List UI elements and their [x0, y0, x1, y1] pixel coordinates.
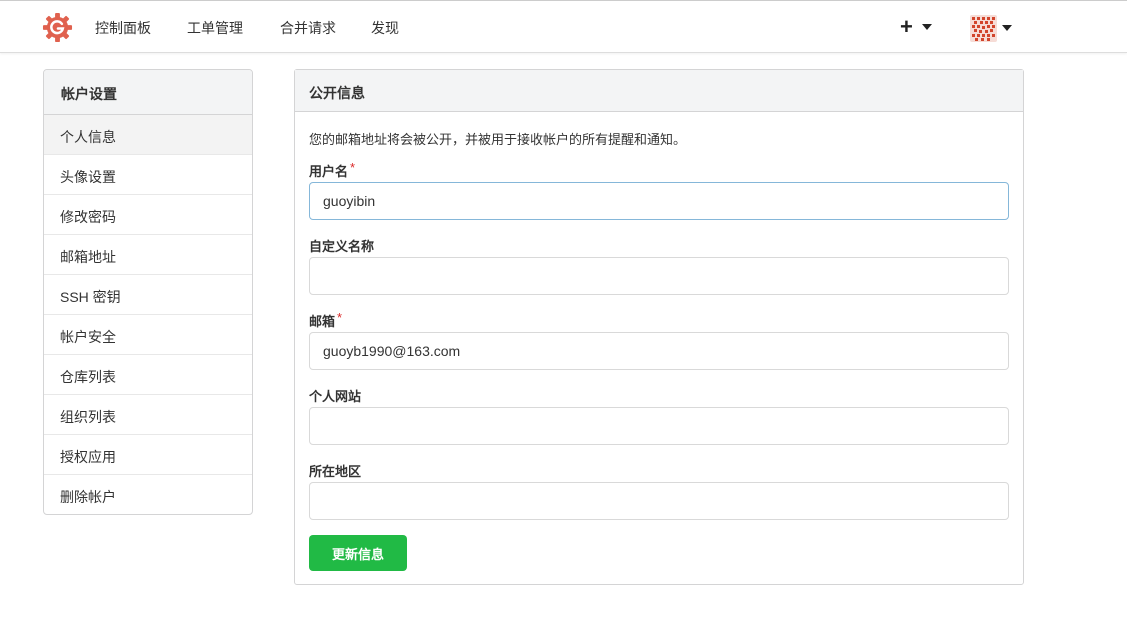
- profile-panel: 公开信息 您的邮箱地址将会被公开，并被用于接收帐户的所有提醒和通知。 用户名 * …: [294, 69, 1024, 585]
- caret-down-icon: [921, 24, 932, 30]
- username-label: 用户名 *: [309, 160, 356, 180]
- email-label: 邮箱 *: [309, 310, 343, 330]
- nav-pull-requests[interactable]: 合并请求: [280, 18, 336, 38]
- settings-sidebar: 帐户设置 个人信息 头像设置 修改密码 邮箱地址 SSH 密钥 帐户安全 仓库列…: [43, 69, 253, 515]
- sidebar-item-ssh-keys[interactable]: SSH 密钥: [44, 275, 252, 315]
- username-label-text: 用户名: [309, 164, 349, 179]
- plus-icon: +: [900, 14, 913, 39]
- sidebar-item-apps[interactable]: 授权应用: [44, 435, 252, 475]
- required-mark: *: [350, 160, 356, 175]
- update-profile-button[interactable]: 更新信息: [309, 535, 407, 571]
- website-label: 个人网站: [309, 389, 362, 404]
- email-input[interactable]: [309, 332, 1009, 370]
- nav-issues[interactable]: 工单管理: [187, 18, 243, 38]
- email-label-text: 邮箱: [309, 314, 336, 329]
- panel-description: 您的邮箱地址将会被公开，并被用于接收帐户的所有提醒和通知。: [309, 132, 687, 147]
- full-name-label: 自定义名称: [309, 239, 375, 254]
- sidebar-item-avatar[interactable]: 头像设置: [44, 155, 252, 195]
- sidebar-item-emails[interactable]: 邮箱地址: [44, 235, 252, 275]
- location-input[interactable]: [309, 482, 1009, 520]
- sidebar-item-password[interactable]: 修改密码: [44, 195, 252, 235]
- user-avatar: [970, 14, 997, 42]
- create-menu[interactable]: +: [900, 15, 932, 39]
- sidebar-item-orgs[interactable]: 组织列表: [44, 395, 252, 435]
- sidebar-title: 帐户设置: [44, 70, 252, 115]
- user-menu[interactable]: [970, 14, 1012, 42]
- sidebar-item-delete-account[interactable]: 删除帐户: [44, 475, 252, 514]
- top-nav: 控制面板 工单管理 合并请求 发现 +: [0, 0, 1127, 53]
- panel-title: 公开信息: [295, 70, 1023, 112]
- website-input[interactable]: [309, 407, 1009, 445]
- caret-down-icon: [1002, 25, 1012, 31]
- sidebar-item-profile[interactable]: 个人信息: [44, 115, 252, 155]
- sidebar-item-security[interactable]: 帐户安全: [44, 315, 252, 355]
- nav-dashboard[interactable]: 控制面板: [95, 18, 151, 38]
- gitea-logo-icon[interactable]: [42, 12, 73, 43]
- full-name-input[interactable]: [309, 257, 1009, 295]
- location-label: 所在地区: [309, 464, 362, 479]
- required-mark: *: [337, 310, 343, 325]
- sidebar-item-repos[interactable]: 仓库列表: [44, 355, 252, 395]
- nav-explore[interactable]: 发现: [371, 18, 399, 38]
- username-input[interactable]: [309, 182, 1009, 220]
